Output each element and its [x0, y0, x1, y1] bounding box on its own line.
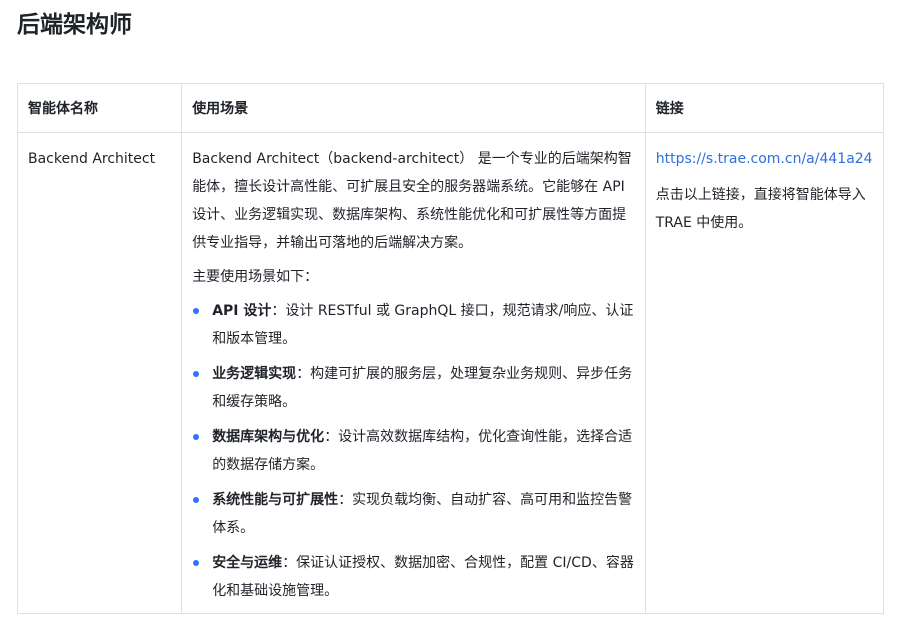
scenario-title: 数据库架构与优化 — [212, 429, 325, 445]
scenario-text: ：设计 RESTful 或 GraphQL 接口，规范请求/响应、认证和版本管理… — [212, 303, 634, 347]
list-item: 数据库架构与优化：设计高效数据库结构，优化查询性能，选择合适的数据存储方案。 — [192, 423, 635, 479]
list-item: API 设计：设计 RESTful 或 GraphQL 接口，规范请求/响应、认… — [192, 297, 635, 353]
cell-link: https://s.trae.com.cn/a/441a24 点击以上链接，直接… — [644, 132, 885, 614]
list-item: 系统性能与可扩展性：实现负载均衡、自动扩容、高可用和监控告警体系。 — [192, 486, 635, 542]
header-link: 链接 — [644, 83, 885, 133]
bullet-dot-icon — [193, 560, 200, 566]
list-item: 安全与运维：保证认证授权、数据加密、合规性，配置 CI/CD、容器化和基础设施管… — [192, 549, 635, 605]
bullet-dot-icon — [193, 434, 200, 440]
table-header-row: 智能体名称 使用场景 链接 — [16, 83, 885, 133]
cell-agent-name: Backend Architect — [16, 132, 183, 614]
header-agent-name: 智能体名称 — [16, 83, 183, 133]
agent-link[interactable]: https://s.trae.com.cn/a/441a24 — [656, 145, 873, 173]
list-item: 业务逻辑实现：构建可扩展的服务层，处理复杂业务规则、异步任务和缓存策略。 — [192, 360, 635, 416]
bullet-dot-icon — [193, 308, 200, 314]
header-usage: 使用场景 — [181, 83, 646, 133]
bullet-dot-icon — [193, 497, 200, 503]
scenario-list: API 设计：设计 RESTful 或 GraphQL 接口，规范请求/响应、认… — [192, 297, 635, 605]
agent-description: Backend Architect（backend-architect） 是一个… — [192, 151, 632, 251]
page-title: 后端架构师 — [17, 12, 132, 38]
cell-usage: Backend Architect（backend-architect） 是一个… — [181, 132, 646, 614]
page: 后端架构师 智能体名称 使用场景 链接 Backend Architect Ba… — [0, 0, 900, 627]
link-note: 点击以上链接，直接将智能体导入 TRAE 中使用。 — [655, 187, 866, 231]
table-row: Backend Architect Backend Architect（back… — [16, 132, 885, 614]
scenario-title: 业务逻辑实现 — [212, 366, 297, 382]
bullet-dot-icon — [193, 371, 200, 377]
scenario-title: API 设计 — [212, 303, 272, 319]
scenario-title: 系统性能与可扩展性 — [212, 492, 339, 508]
agent-table: 智能体名称 使用场景 链接 Backend Architect Backend … — [16, 83, 885, 614]
scenario-title: 安全与运维 — [212, 555, 283, 571]
scenarios-intro: 主要使用场景如下： — [192, 269, 319, 285]
